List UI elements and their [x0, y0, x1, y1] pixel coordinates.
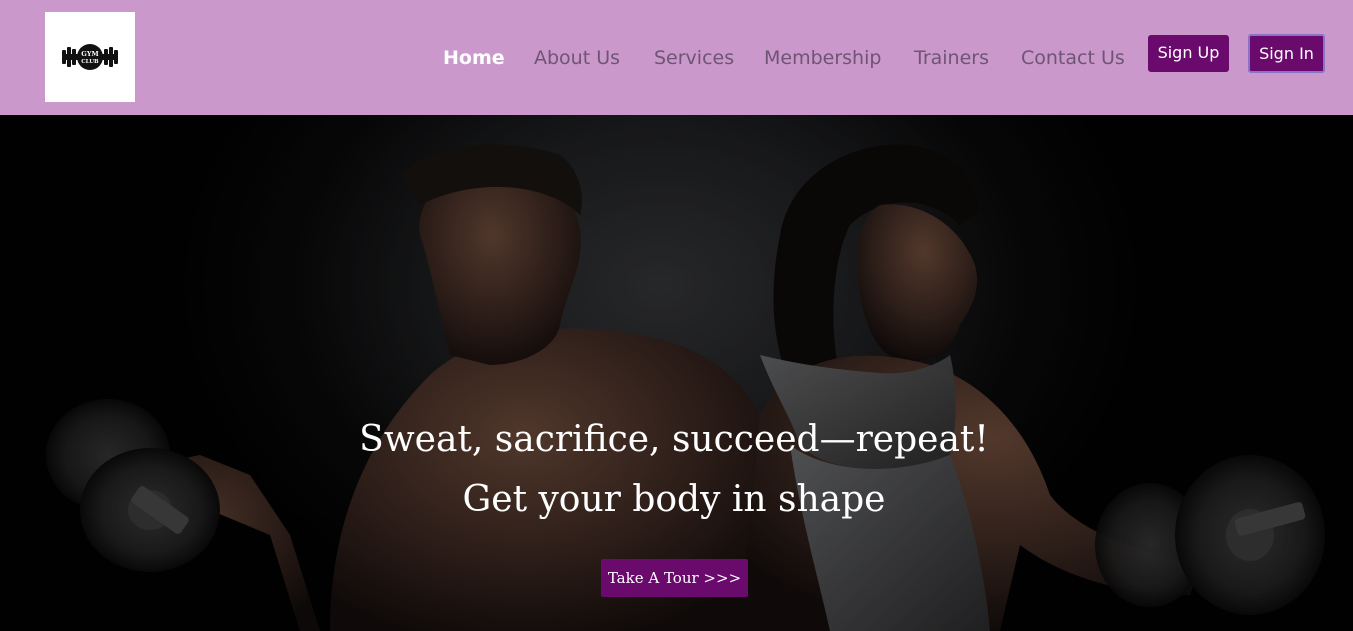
logo-text-top: GYM — [81, 50, 98, 58]
sign-in-button[interactable]: Sign In — [1248, 34, 1325, 73]
navbar: GYM CLUB Home About Us Services Membersh… — [0, 0, 1353, 115]
nav-item-trainers[interactable]: Trainers — [914, 45, 989, 71]
hero-subtitle: Get your body in shape — [462, 479, 886, 520]
nav-item-home[interactable]: Home — [443, 45, 505, 71]
hero-section: Sweat, sacrifice, succeed—repeat! Get yo… — [0, 115, 1353, 631]
hero-title: Sweat, sacrifice, succeed—repeat! — [359, 419, 989, 460]
nav-item-contact-us[interactable]: Contact Us — [1021, 45, 1125, 71]
logo[interactable]: GYM CLUB — [45, 12, 135, 102]
take-a-tour-button[interactable]: Take A Tour >>> — [601, 559, 748, 597]
nav-item-membership[interactable]: Membership — [764, 45, 881, 71]
nav-item-about-us[interactable]: About Us — [534, 45, 620, 71]
sign-up-button[interactable]: Sign Up — [1148, 35, 1229, 72]
nav-item-services[interactable]: Services — [654, 45, 734, 71]
dumbbell-logo-icon: GYM CLUB — [62, 44, 118, 70]
logo-text-bottom: CLUB — [81, 59, 99, 65]
hero-background-image — [0, 115, 1353, 631]
